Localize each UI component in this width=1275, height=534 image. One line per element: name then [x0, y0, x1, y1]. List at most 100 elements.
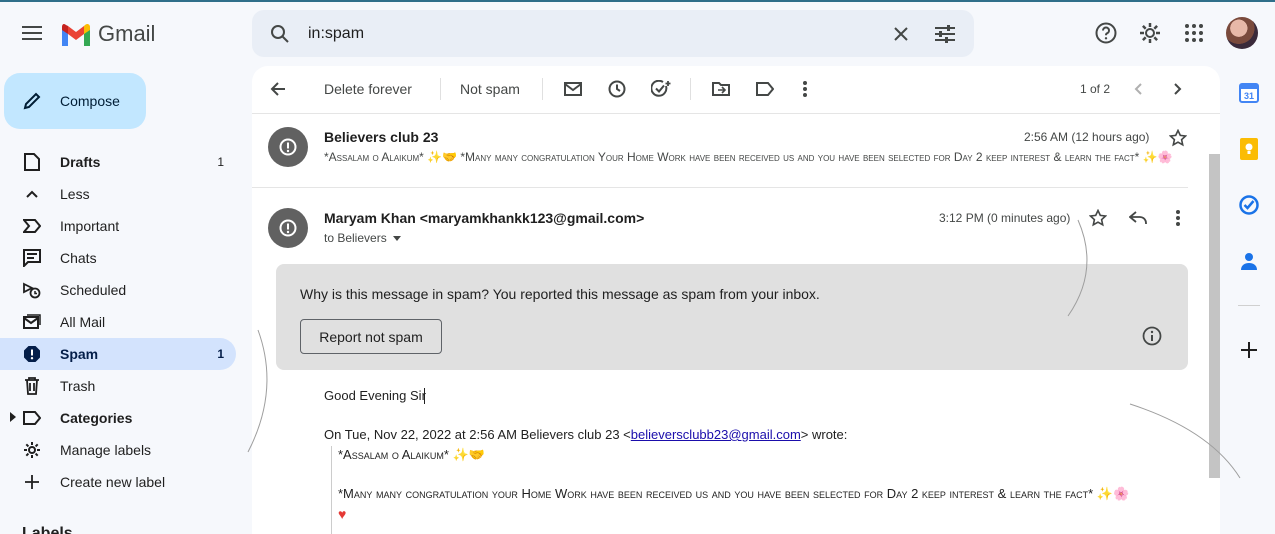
compose-button[interactable]: Compose [4, 73, 146, 129]
sidebar-item-label: Chats [60, 250, 97, 266]
tasks-icon[interactable] [1237, 193, 1261, 217]
sidebar-item-label: Important [60, 218, 120, 234]
sidebar-item-scheduled[interactable]: Scheduled [0, 274, 236, 306]
sidebar-item-chats[interactable]: Chats [0, 242, 236, 274]
message-greeting: Good Evening Sir [324, 388, 426, 403]
sidebar-item-label: Spam [60, 346, 99, 362]
scrollbar-thumb[interactable] [1209, 154, 1220, 478]
quote-attribution: On Tue, Nov 22, 2022 at 2:56 AM Believer… [324, 427, 847, 442]
sidebar-item-create-label[interactable]: Create new label [0, 466, 236, 498]
keep-icon[interactable] [1237, 137, 1261, 161]
apps-grid-icon[interactable] [1180, 19, 1208, 47]
sidebar-item-count: 1 [217, 155, 224, 169]
sidebar-item-label: Categories [60, 410, 133, 426]
compose-label: Compose [60, 93, 120, 109]
sender-name[interactable]: Believers club 23 [324, 129, 438, 145]
message-divider [252, 187, 1188, 188]
label-icon[interactable] [753, 77, 777, 101]
page-count: 1 of 2 [1080, 82, 1111, 96]
main-menu-button[interactable] [12, 13, 52, 53]
sidebar-item-label: Create new label [60, 474, 166, 490]
label-icon [22, 408, 42, 428]
sidebar-item-count: 1 [217, 347, 224, 361]
not-spam-button[interactable]: Not spam [460, 78, 520, 100]
contacts-icon[interactable] [1237, 249, 1261, 273]
toolbar-divider [542, 78, 543, 100]
gmail-logo[interactable]: Gmail [60, 20, 155, 48]
sidebar-item-manage-labels[interactable]: Manage labels [0, 434, 236, 466]
snooze-clock-icon[interactable] [605, 77, 629, 101]
quote-prefix: On Tue, Nov 22, 2022 at 2:56 AM Believer… [324, 427, 631, 442]
scheduled-icon [22, 280, 42, 300]
back-arrow-icon[interactable] [266, 77, 290, 101]
sidebar-item-categories[interactable]: Categories [0, 402, 236, 434]
sidebar-item-drafts[interactable]: Drafts 1 [0, 146, 236, 178]
sender-name[interactable]: Maryam Khan <maryamkhankk123@gmail.com> [324, 210, 644, 226]
reply-icon[interactable] [1127, 207, 1149, 229]
gear-icon [22, 440, 42, 460]
sidebar-item-label: Scheduled [60, 282, 127, 298]
mark-unread-icon[interactable] [561, 77, 585, 101]
sidebar-item-trash[interactable]: Trash [0, 370, 236, 402]
gmail-m-icon [62, 23, 90, 46]
delete-forever-button[interactable]: Delete forever [324, 78, 412, 100]
more-vert-icon[interactable] [1167, 207, 1189, 229]
all-mail-icon [22, 312, 42, 332]
search-icon[interactable] [266, 20, 294, 48]
chat-icon [22, 248, 42, 268]
app-name: Gmail [98, 21, 156, 46]
recipient-line[interactable]: to Believers [324, 231, 401, 245]
alert-icon [279, 138, 297, 156]
message-time: 2:56 AM (12 hours ago) [1024, 130, 1150, 144]
labels-heading: Labels [22, 525, 73, 534]
search-input[interactable] [308, 22, 868, 46]
expand-arrow-icon[interactable] [10, 412, 16, 422]
heart-emoji: ♥ [338, 506, 347, 522]
quoted-email-link[interactable]: believersclubb23@gmail.com [631, 427, 801, 442]
spam-icon [22, 344, 42, 364]
toolbar-divider [690, 78, 691, 100]
toolbar-divider [440, 78, 441, 100]
settings-gear-icon[interactable] [1136, 19, 1164, 47]
account-avatar[interactable] [1226, 17, 1258, 49]
spam-explanation: Why is this message in spam? You reporte… [300, 286, 820, 302]
trash-icon [22, 376, 42, 396]
add-to-tasks-icon[interactable] [649, 77, 673, 101]
dropdown-arrow-icon[interactable] [392, 235, 401, 241]
spam-warning-banner [276, 264, 1188, 370]
move-to-folder-icon[interactable] [709, 77, 733, 101]
sidebar-item-label: Less [60, 186, 90, 202]
star-icon[interactable] [1087, 207, 1109, 229]
window-top-border [0, 0, 1275, 2]
recipient-text: to Believers [324, 231, 387, 245]
sidebar-item-spam[interactable]: Spam 1 [0, 338, 236, 370]
sidebar-item-all-mail[interactable]: All Mail [0, 306, 236, 338]
pencil-icon [23, 92, 41, 110]
important-icon [22, 216, 42, 236]
search-options-icon[interactable] [930, 19, 960, 49]
svg-text:31: 31 [1244, 91, 1254, 101]
more-vert-icon[interactable] [793, 77, 817, 101]
sidebar-item-less[interactable]: Less [0, 178, 236, 210]
close-icon[interactable] [886, 19, 916, 49]
older-chevron-right-icon[interactable] [1166, 77, 1190, 101]
sidebar-item-label: Trash [60, 378, 96, 394]
toolbar-bottom-divider [252, 113, 1220, 114]
info-icon[interactable] [1140, 324, 1164, 348]
sidebar-item-important[interactable]: Important [0, 210, 236, 242]
help-icon[interactable] [1092, 19, 1120, 47]
quote-suffix: > wrote: [800, 427, 848, 442]
sidebar-item-label: Manage labels [60, 442, 152, 458]
star-icon[interactable] [1167, 127, 1189, 149]
alert-icon [279, 219, 297, 237]
report-not-spam-button[interactable]: Report not spam [300, 319, 442, 354]
spam-question: Why is this message in spam? [300, 286, 490, 302]
calendar-icon[interactable]: 31 [1237, 81, 1261, 105]
newer-chevron-left-icon[interactable] [1126, 77, 1150, 101]
sidebar-item-label: All Mail [60, 314, 106, 330]
get-addons-plus-icon[interactable] [1237, 338, 1261, 362]
spam-reason: You reported this message as spam from y… [492, 286, 820, 302]
message-snippet[interactable]: *Assalam o Alaikum* ✨🤝 *Many many congra… [324, 150, 1186, 164]
message-time: 3:12 PM (0 minutes ago) [939, 211, 1071, 225]
sidebar-item-label: Drafts [60, 154, 101, 170]
